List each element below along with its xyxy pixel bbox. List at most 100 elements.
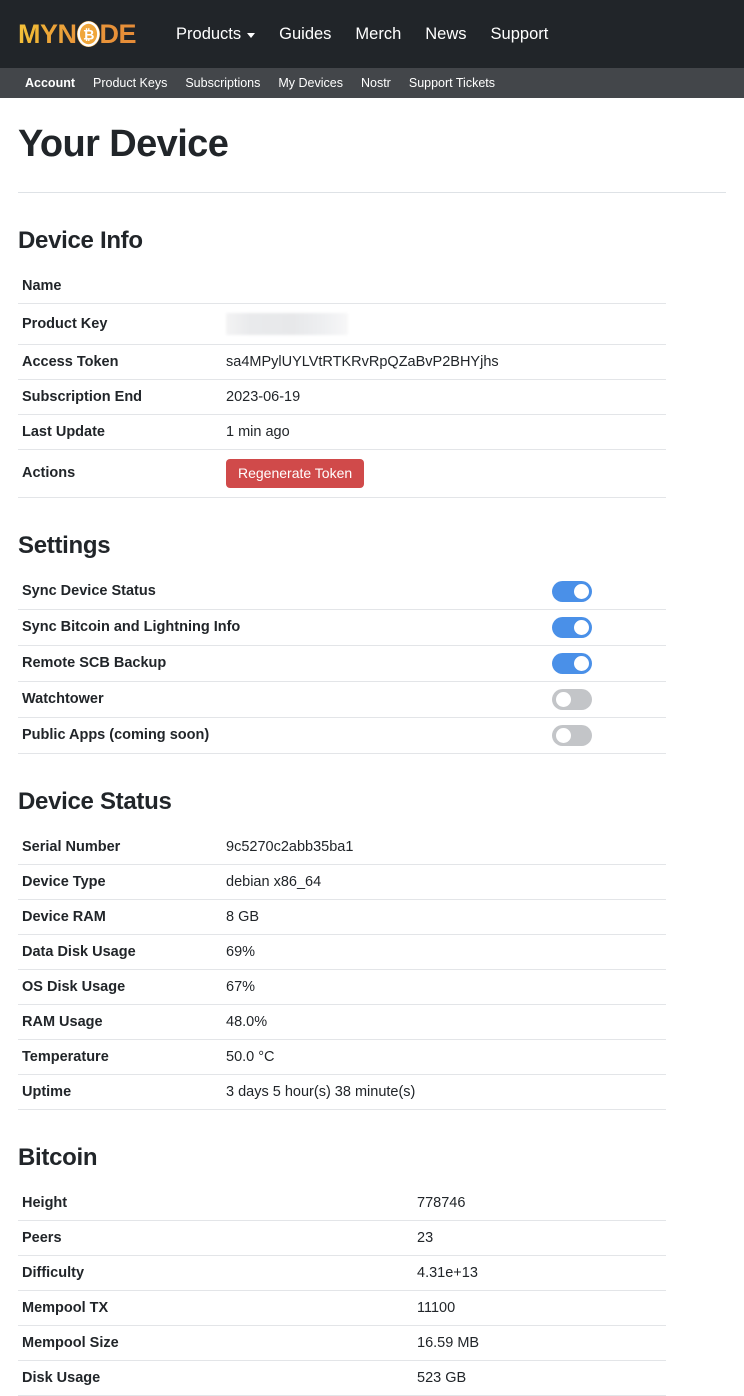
setting-label-watchtower: Watchtower bbox=[18, 681, 552, 718]
subnav-item-product-keys[interactable]: Product Keys bbox=[84, 76, 176, 90]
row-value-name bbox=[222, 268, 666, 304]
row-value-os-disk-usage: 67% bbox=[222, 969, 666, 1005]
section-title-device-status: Device Status bbox=[18, 787, 172, 815]
row-value-last-update: 1 min ago bbox=[222, 414, 666, 450]
row-value-product-key bbox=[222, 303, 666, 345]
row-label-actions: Actions bbox=[18, 449, 222, 498]
row-value-serial-number: 9c5270c2abb35ba1 bbox=[222, 829, 666, 865]
row-value-mempool-tx: 11100 bbox=[413, 1290, 666, 1326]
nav-item-merch[interactable]: Merch bbox=[343, 25, 413, 44]
title-divider bbox=[18, 191, 726, 193]
row-label-name: Name bbox=[18, 268, 222, 304]
table-row: Access Token sa4MPylUYLVtRTKRvRpQZaBvP2B… bbox=[18, 344, 666, 380]
toggle-sync-device-status[interactable] bbox=[552, 580, 592, 602]
row-label-os-disk-usage: OS Disk Usage bbox=[18, 969, 222, 1005]
subnav-item-subscriptions[interactable]: Subscriptions bbox=[176, 76, 269, 90]
row-label-serial-number: Serial Number bbox=[18, 829, 222, 865]
setting-toggle-cell bbox=[552, 573, 666, 610]
table-row: Sync Bitcoin and Lightning Info bbox=[18, 609, 666, 646]
section-title-device-info: Device Info bbox=[18, 226, 143, 254]
row-value-ram-usage: 48.0% bbox=[222, 1004, 666, 1040]
device-status-table: Serial Number 9c5270c2abb35ba1 Device Ty… bbox=[18, 829, 666, 1110]
nav-item-guides[interactable]: Guides bbox=[267, 25, 343, 44]
table-row: Mempool Size 16.59 MB bbox=[18, 1325, 666, 1361]
toggle-knob bbox=[555, 727, 571, 743]
setting-toggle-cell bbox=[552, 717, 666, 754]
logo-text-my: MY bbox=[18, 18, 58, 49]
setting-toggle-cell bbox=[552, 609, 666, 646]
bitcoin-table: Height 778746 Peers 23 Difficulty 4.31e+… bbox=[18, 1185, 666, 1396]
table-row: Difficulty 4.31e+13 bbox=[18, 1255, 666, 1291]
row-label-disk-usage: Disk Usage bbox=[18, 1360, 413, 1396]
nav-item-news[interactable]: News bbox=[413, 25, 478, 44]
settings-table: Sync Device Status Sync Bitcoin and Ligh… bbox=[18, 573, 666, 754]
setting-toggle-cell bbox=[552, 681, 666, 718]
device-info-table: Name Product Key Access Token sa4MPylUYL… bbox=[18, 268, 666, 498]
bitcoin-logo-icon: ₿ bbox=[76, 21, 100, 47]
row-label-device-type: Device Type bbox=[18, 864, 222, 900]
table-row: Temperature 50.0 °C bbox=[18, 1039, 666, 1075]
page-content: Your Device Device Info Name Product Key… bbox=[0, 123, 744, 1396]
table-row: Remote SCB Backup bbox=[18, 645, 666, 682]
table-row: Uptime 3 days 5 hour(s) 38 minute(s) bbox=[18, 1074, 666, 1110]
setting-label-remote-scb-backup: Remote SCB Backup bbox=[18, 645, 552, 682]
row-value-uptime: 3 days 5 hour(s) 38 minute(s) bbox=[222, 1074, 666, 1110]
toggle-knob bbox=[573, 583, 589, 599]
row-value-data-disk-usage: 69% bbox=[222, 934, 666, 970]
row-label-mempool-tx: Mempool TX bbox=[18, 1290, 413, 1326]
toggle-sync-bitcoin-lightning-info[interactable] bbox=[552, 616, 592, 638]
row-label-ram-usage: RAM Usage bbox=[18, 1004, 222, 1040]
row-value-difficulty: 4.31e+13 bbox=[413, 1255, 666, 1291]
section-title-settings: Settings bbox=[18, 531, 111, 559]
row-label-height: Height bbox=[18, 1185, 413, 1221]
row-label-device-ram: Device RAM bbox=[18, 899, 222, 935]
row-label-peers: Peers bbox=[18, 1220, 413, 1256]
subnav-item-account[interactable]: Account bbox=[16, 76, 84, 90]
row-value-height: 778746 bbox=[413, 1185, 666, 1221]
table-row: Height 778746 bbox=[18, 1185, 666, 1221]
toggle-knob bbox=[573, 619, 589, 635]
redacted-product-key bbox=[226, 312, 348, 335]
setting-label-public-apps: Public Apps (coming soon) bbox=[18, 717, 552, 754]
subnav-item-support-tickets[interactable]: Support Tickets bbox=[400, 76, 504, 90]
regenerate-token-button[interactable]: Regenerate Token bbox=[226, 458, 365, 488]
subnav-item-my-devices[interactable]: My Devices bbox=[269, 76, 352, 90]
mynode-logo[interactable]: MY N ₿ DE bbox=[18, 18, 137, 50]
row-value-mempool-size: 16.59 MB bbox=[413, 1325, 666, 1361]
row-label-product-key: Product Key bbox=[18, 303, 222, 345]
table-row: Name bbox=[18, 268, 666, 304]
subnav-item-nostr[interactable]: Nostr bbox=[352, 76, 400, 90]
row-value-temperature: 50.0 °C bbox=[222, 1039, 666, 1075]
row-value-device-ram: 8 GB bbox=[222, 899, 666, 935]
table-row: Product Key bbox=[18, 303, 666, 345]
toggle-knob bbox=[573, 655, 589, 671]
table-row: Peers 23 bbox=[18, 1220, 666, 1256]
setting-label-sync-device-status: Sync Device Status bbox=[18, 573, 552, 610]
row-value-subscription-end: 2023-06-19 bbox=[222, 379, 666, 415]
row-label-last-update: Last Update bbox=[18, 414, 222, 450]
setting-toggle-cell bbox=[552, 645, 666, 682]
table-row: Subscription End 2023-06-19 bbox=[18, 379, 666, 415]
table-row: Sync Device Status bbox=[18, 573, 666, 610]
toggle-watchtower[interactable] bbox=[552, 688, 592, 710]
account-subnavigation: Account Product Keys Subscriptions My De… bbox=[0, 68, 744, 98]
table-row: Device RAM 8 GB bbox=[18, 899, 666, 935]
table-row: Serial Number 9c5270c2abb35ba1 bbox=[18, 829, 666, 865]
row-label-subscription-end: Subscription End bbox=[18, 379, 222, 415]
logo-text-n: N bbox=[57, 18, 78, 49]
svg-text:₿: ₿ bbox=[83, 27, 94, 43]
table-row: Watchtower bbox=[18, 681, 666, 718]
table-row: Last Update 1 min ago bbox=[18, 414, 666, 450]
nav-label-products: Products bbox=[176, 24, 242, 43]
nav-item-support[interactable]: Support bbox=[479, 25, 561, 44]
section-title-bitcoin: Bitcoin bbox=[18, 1143, 98, 1171]
table-row: Mempool TX 11100 bbox=[18, 1290, 666, 1326]
row-label-temperature: Temperature bbox=[18, 1039, 222, 1075]
nav-item-products[interactable]: Products bbox=[164, 25, 267, 44]
toggle-remote-scb-backup[interactable] bbox=[552, 652, 592, 674]
table-row: RAM Usage 48.0% bbox=[18, 1004, 666, 1040]
toggle-public-apps[interactable] bbox=[552, 724, 592, 746]
chevron-down-icon bbox=[247, 32, 256, 38]
row-label-mempool-size: Mempool Size bbox=[18, 1325, 413, 1361]
row-label-data-disk-usage: Data Disk Usage bbox=[18, 934, 222, 970]
